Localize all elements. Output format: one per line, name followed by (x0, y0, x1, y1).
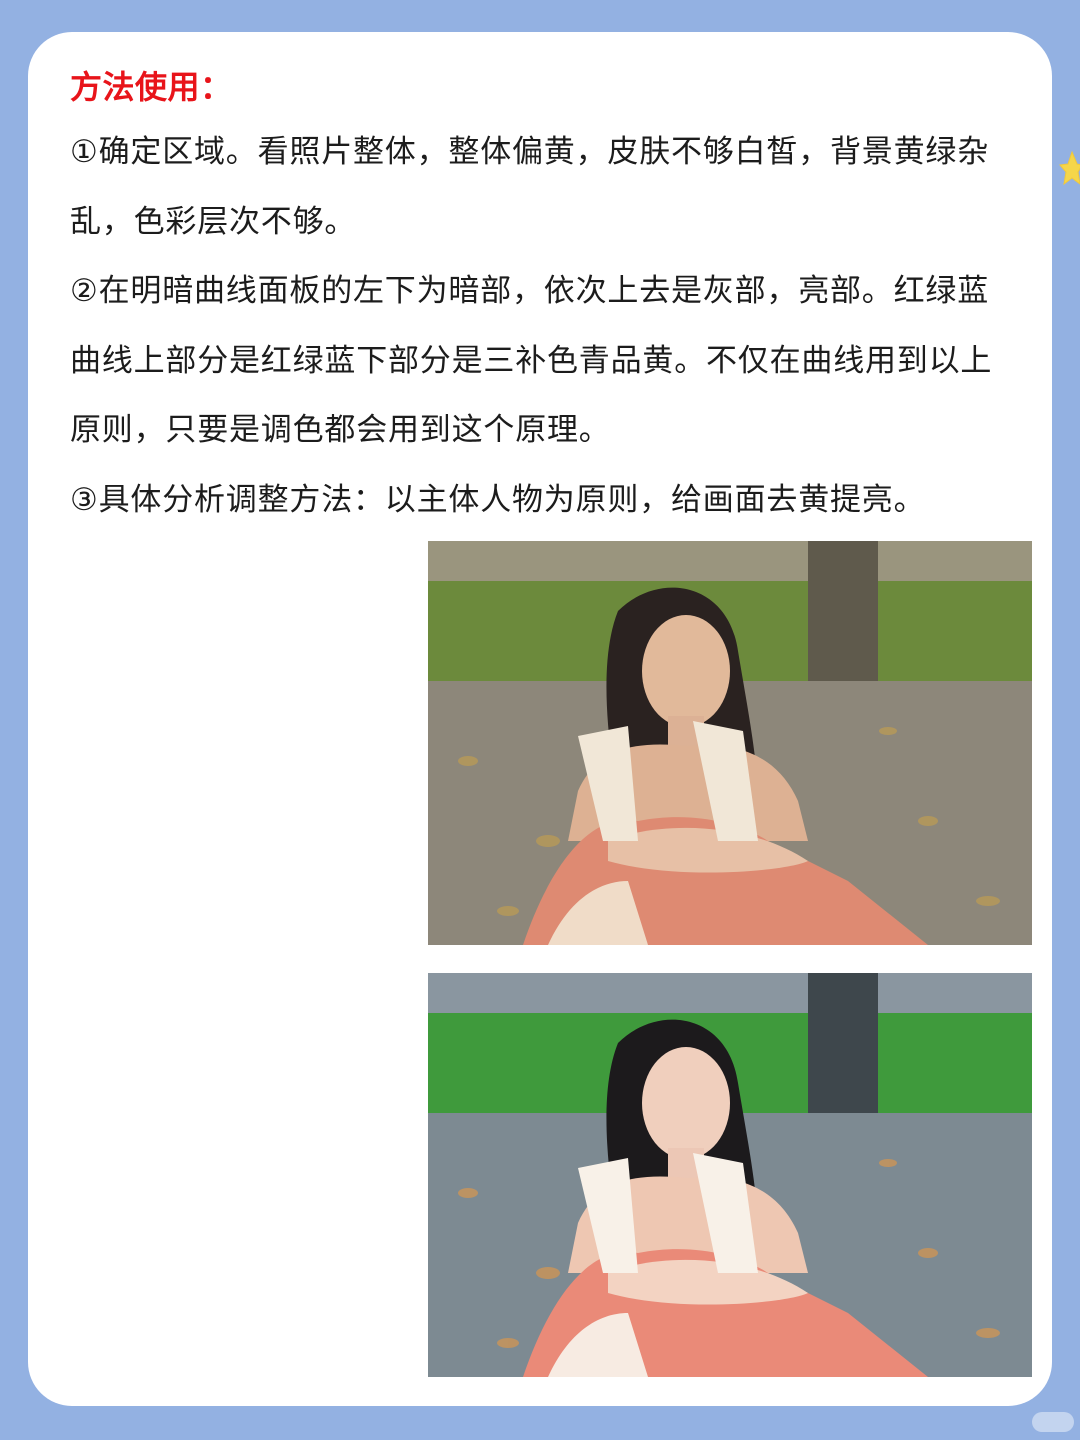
watermark-badge (1032, 1412, 1074, 1432)
star-icon (1052, 150, 1080, 190)
step-1-paragraph: ①确定区域。看照片整体，整体偏黄，皮肤不够白皙，背景黄绿杂乱，色彩层次不够。 (70, 134, 989, 240)
photo-before-adjustment (428, 541, 1032, 945)
instructions-body: ①确定区域。看照片整体，整体偏黄，皮肤不够白皙，背景黄绿杂乱，色彩层次不够。 ②… (70, 118, 1010, 535)
step-3-paragraph: ③具体分析调整方法：以主体人物为原则，给画面去黄提亮。 (70, 481, 926, 518)
step-2-paragraph: ②在明暗曲线面板的左下为暗部，依次上去是灰部，亮部。红绿蓝曲线上部分是红绿蓝下部… (70, 273, 993, 448)
section-heading: 方法使用： (70, 68, 233, 106)
content-card: 方法使用： ①确定区域。看照片整体，整体偏黄，皮肤不够白皙，背景黄绿杂乱，色彩层… (28, 32, 1052, 1406)
photo-after-adjustment (428, 973, 1032, 1377)
